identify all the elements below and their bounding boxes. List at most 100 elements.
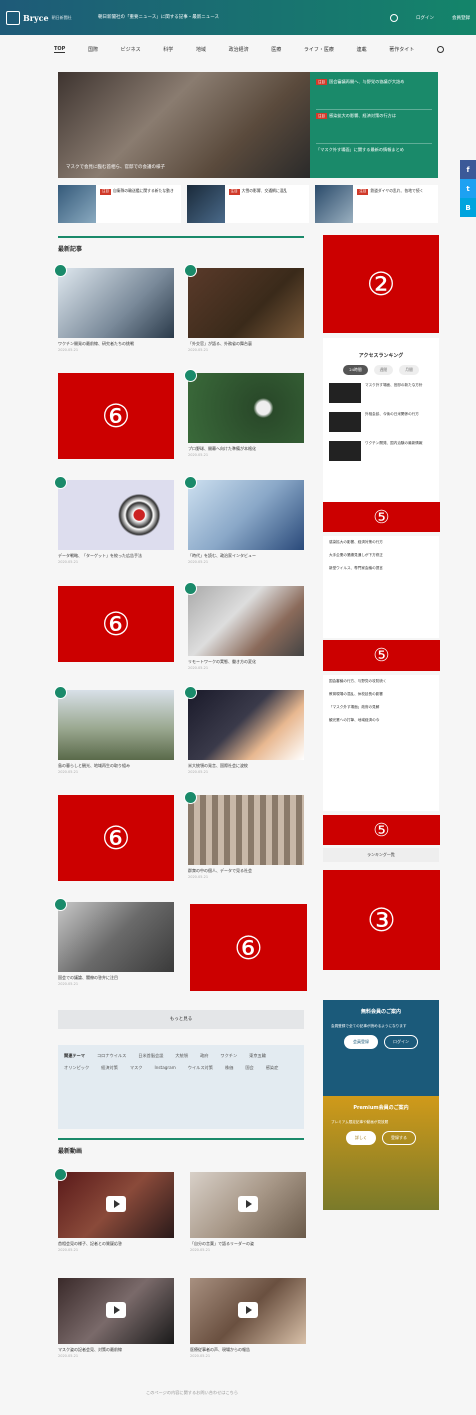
ad-slot-5[interactable]: ⑤ [323,502,440,532]
hero-side-item[interactable]: 注目 国会審議再開へ、与野党の協議が大詰め [316,76,432,110]
topic-link[interactable]: 感染症 [266,1065,279,1071]
nav-science[interactable]: 科学 [163,46,173,53]
ranking-item[interactable]: マスク外す場面、官邸の新たな方針 [329,383,433,403]
ad-slot-5[interactable]: ⑤ [323,640,440,671]
login-link[interactable]: ログイン [416,15,434,21]
topic-link[interactable]: ウイルス対策 [188,1065,213,1071]
article-card[interactable]: 「時代」を読む、政治家インタビュー 2020.05.21 [184,476,304,564]
hero-side-item[interactable]: 注目 感染拡大の影響、経済対策の行方は [316,110,432,144]
ad-slot-6[interactable]: ⑥ [58,373,174,459]
article-card[interactable]: データ戦略、「ターゲット」を絞った広告手法 2020.05.21 [54,476,174,564]
ranking-item[interactable]: ワクチン開発、国内治験の最新情報 [329,441,433,461]
premium-details-button[interactable]: 詳しく [346,1131,376,1145]
ranking-list-item[interactable]: 大手企業の業績見通しが下方修正 [329,553,433,558]
topic-link[interactable]: 東京五輪 [249,1053,266,1059]
ad-slot-2[interactable]: ② [323,235,439,333]
side-item-text: 「マスク外す場面」に関する最新の情報まとめ [316,147,404,152]
topic-link[interactable]: Instagram [154,1065,175,1071]
new-badge-icon [54,1168,67,1181]
article-title: 「時代」を読む、政治家インタビュー [188,553,256,558]
topic-link[interactable]: ワクチン [220,1053,237,1059]
nav-international[interactable]: 国際 [88,46,98,53]
ranking-list-item[interactable]: 国会審議の行方、与野党の攻防続く [329,679,433,684]
ranking-list-item[interactable]: 「マスク外す場面」政府の見解 [329,705,433,710]
article-card[interactable]: 国会での議論、閣僚の答弁に注目 2020.05.21 [54,898,174,986]
main-nav: TOP 国際 ビジネス 科学 地域 政治経済 医療 ライフ・医療 連載 著作タイ… [54,38,444,60]
topic-link[interactable]: 国会 [245,1065,253,1071]
footer-note[interactable]: このページの内容に関するお問い合わせはこちら [146,1390,238,1396]
nav-authors[interactable]: 著作タイト [389,46,414,53]
tag-badge: 注目 [100,189,111,195]
ranking-tab-24h[interactable]: 24時間 [343,365,368,375]
article-card[interactable]: 米大統領の発言、国際社会に波紋 2020.05.21 [184,686,304,774]
topic-link[interactable]: マスク [130,1065,143,1071]
pickup-item[interactable]: 注目 大雪の影響、交通網に混乱 [186,185,310,223]
premium-register-button[interactable]: 登録する [382,1131,416,1145]
article-title: 国会での議論、閣僚の答弁に注目 [58,975,118,980]
topic-link[interactable]: コロナウイルス [97,1053,126,1059]
nav-series[interactable]: 連載 [357,46,367,53]
ranking-more-link[interactable]: ランキング一覧 [323,848,439,862]
top-news-link[interactable]: 朝日新聞社の「重要ニュース」に関する記事・最新ニュース [98,14,298,21]
article-thumbnail [184,686,304,760]
ranking-list: 国会審議の行方、与野党の攻防続く 教育現場の混乱、休校延長の影響 「マスク外す場… [323,675,439,811]
ranking-item[interactable]: 外相会談、今後の日米関係の行方 [329,412,433,432]
nav-life[interactable]: ライフ・医療 [304,46,334,53]
ranking-tab-weekly[interactable]: 週間 [373,365,394,375]
new-badge-icon [54,264,67,277]
ranking-list-item[interactable]: 観光業への打撃、地域経済の今 [329,718,433,723]
ranking-list-item[interactable]: 教育現場の混乱、休校延長の影響 [329,692,433,697]
video-card[interactable]: マスク姿の記者会見、対策の最前線 2020.05.21 [58,1278,174,1358]
video-card[interactable]: 医療従事者の声、現場からの報告 2020.05.21 [190,1278,306,1358]
topic-link[interactable]: 日米首脳会談 [138,1053,163,1059]
search-icon[interactable] [436,45,444,53]
hatena-icon[interactable]: B [460,198,476,217]
ad-slot-6[interactable]: ⑥ [58,795,174,881]
ranking-thumbnail [329,383,361,403]
ad-slot-3[interactable]: ③ [323,870,440,970]
article-card[interactable]: 島の暮らしと観光、地域再生の取り組み 2020.05.21 [54,686,174,774]
free-login-button[interactable]: ログイン [384,1035,418,1049]
free-register-button[interactable]: 会員登録 [344,1035,378,1049]
article-card[interactable]: 群衆の中の個人、データで見る社会 2020.05.21 [184,791,304,879]
more-button[interactable]: もっと見る [58,1010,304,1029]
nav-top[interactable]: TOP [54,46,66,53]
info-icon[interactable] [390,13,398,22]
ranking-tab-monthly[interactable]: 月間 [399,365,419,375]
new-badge-icon [184,582,197,595]
video-card[interactable]: 「自分の言葉」で語るリーダーの姿 2020.05.21 [190,1172,306,1252]
article-title: ワクチン開発の最前線、研究者たちの挑戦 [58,341,134,346]
nav-region[interactable]: 地域 [196,46,206,53]
register-link[interactable]: 会員登録 [452,15,470,21]
ad-slot-5[interactable]: ⑤ [323,815,440,845]
topic-link[interactable]: 政府 [200,1053,208,1059]
article-card[interactable]: ワクチン開発の最前線、研究者たちの挑戦 2020.05.21 [54,264,174,352]
ranking-list-item[interactable]: 新型ウイルス、専門家会議の提言 [329,566,433,571]
topic-link[interactable]: 株価 [225,1065,233,1071]
twitter-icon[interactable]: t [460,179,476,198]
pickup-item[interactable]: 注目 自衛隊の輸送艦に関する新たな動き [58,185,181,223]
article-card[interactable]: リモートワークの実態、働き方の変化 2020.05.21 [184,582,304,670]
ad-slot-6[interactable]: ⑥ [58,586,174,662]
facebook-icon[interactable]: f [460,160,476,179]
video-card[interactable]: 首相会見の様子、記者との質疑応答 2020.05.21 [54,1168,174,1252]
topic-link[interactable]: 大統領 [175,1053,188,1059]
article-card[interactable]: 「外交官」が語る、外務省の舞台裏 2020.05.21 [184,264,304,352]
pickup-thumbnail [58,185,96,223]
membership-box: 無料会員のご案内 会員登録で全ての記事が読めるようになります 会員登録 ログイン… [323,1000,439,1210]
ad-slot-6[interactable]: ⑥ [190,904,307,991]
hero-side-item[interactable]: 「マスク外す場面」に関する最新の情報まとめ [316,144,432,178]
ranking-list-item[interactable]: 感染拡大の影響、経済対策の行方 [329,540,433,545]
site-logo[interactable]: Bryce 朝日新聞社 [6,10,98,25]
nav-medical[interactable]: 医療 [271,46,281,53]
article-title: 「外交官」が語る、外務省の舞台裏 [188,341,252,346]
topic-link[interactable]: 経済対策 [101,1065,118,1071]
top-bar: Bryce 朝日新聞社 朝日新聞社の「重要ニュース」に関する記事・最新ニュース … [0,0,476,35]
article-card[interactable]: プロ野球、開幕へ向けた準備が本格化 2020.05.21 [184,369,304,457]
hero-image[interactable]: マスクで会見に臨む首相ら、官邸での会議の様子 [58,72,310,178]
nav-politics[interactable]: 政治経済 [229,46,249,53]
nav-business[interactable]: ビジネス [121,46,141,53]
pickup-item[interactable]: 注目 鉄道ダイヤの乱れ、各地で続く [315,185,439,223]
topic-link[interactable]: オリンピック [64,1065,89,1071]
latest-section-title: 最新記事 [58,236,304,253]
